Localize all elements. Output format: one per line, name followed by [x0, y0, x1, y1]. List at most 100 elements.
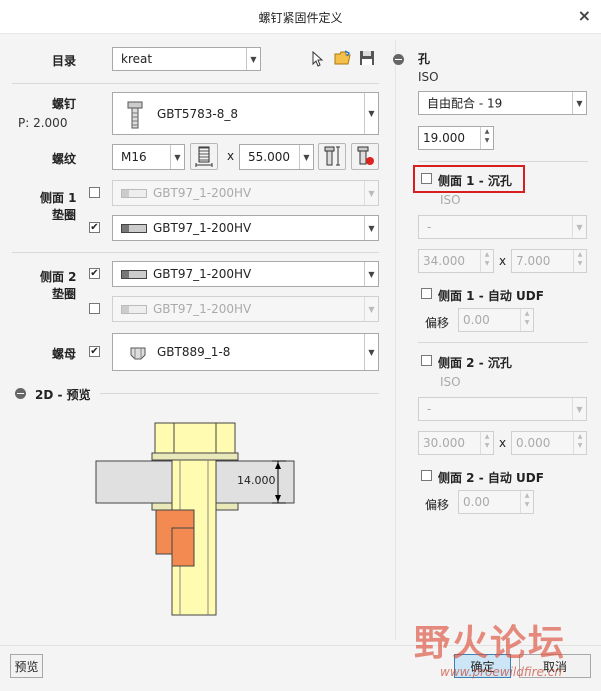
side2-type-dropdown[interactable]: - ▼ — [418, 397, 587, 421]
side2-washer-row1-value: GBT97_1-200HV — [153, 267, 252, 281]
washer-icon — [121, 224, 147, 233]
chevron-down-icon: ▼ — [364, 93, 378, 134]
nut-dropdown[interactable]: GBT889_1-8 ▼ — [112, 333, 379, 371]
side2-washer-label: 侧面 2 — [40, 270, 77, 284]
hole-diameter-spinner[interactable]: 19.000 ▲ ▼ — [418, 126, 494, 150]
spinner-arrows-icon[interactable]: ▲ ▼ — [573, 250, 586, 272]
watermark-url: www.proewildfire.cn — [440, 665, 562, 679]
screw-dropdown[interactable]: GBT5783-8_8 ▼ — [112, 92, 379, 135]
side1-washer-label: 侧面 1 — [40, 191, 77, 205]
chevron-down-icon: ▼ — [364, 297, 378, 321]
chevron-down-icon: ▼ — [246, 48, 260, 70]
side2-washer-row1-dropdown[interactable]: GBT97_1-200HV ▼ — [112, 261, 379, 287]
side2-washer-row1-checkbox[interactable]: ✔ — [89, 268, 100, 279]
thread-length-value: 55.000 — [248, 150, 290, 164]
thread-pitch-button[interactable] — [190, 143, 218, 170]
side1-washer-row1-dropdown[interactable]: GBT97_1-200HV ▼ — [112, 180, 379, 206]
chevron-down-icon: ▼ — [572, 216, 586, 238]
collapse-preview-icon[interactable] — [15, 388, 26, 399]
divider — [100, 393, 379, 394]
chevron-down-icon: ▼ — [299, 145, 313, 169]
hole-label: 孔 — [418, 52, 431, 66]
side1-washer-row1-checkbox[interactable] — [89, 187, 100, 198]
nut-value: GBT889_1-8 — [157, 345, 231, 359]
close-icon[interactable]: × — [578, 6, 591, 25]
spinner-arrows-icon[interactable]: ▲ ▼ — [480, 250, 493, 272]
side2-udf-checkbox[interactable] — [421, 470, 432, 481]
side1-depth-spinner[interactable]: 7.000 ▲ ▼ — [511, 249, 587, 273]
side2-offset-value: 0.00 — [463, 495, 490, 509]
nut-label: 螺母 — [52, 347, 77, 361]
chevron-down-icon: ▼ — [364, 334, 378, 370]
spinner-arrows-icon[interactable]: ▲ ▼ — [480, 432, 493, 454]
side2-washer-sublabel: 垫圈 — [52, 287, 77, 301]
side1-washer-row2-value: GBT97_1-200HV — [153, 221, 252, 235]
spinner-arrows-icon[interactable]: ▲ ▼ — [573, 432, 586, 454]
open-folder-icon[interactable] — [334, 50, 352, 66]
spinner-arrows-icon[interactable]: ▲ ▼ — [520, 491, 533, 513]
thread-size-dropdown[interactable]: M16 ▼ — [112, 144, 185, 170]
chevron-down-icon: ▼ — [364, 262, 378, 286]
save-icon[interactable] — [359, 50, 375, 66]
side1-counterbore-label[interactable]: 侧面 1 - 沉孔 — [438, 172, 512, 189]
side1-depth-value: 7.000 — [516, 254, 551, 268]
screw-value: GBT5783-8_8 — [157, 106, 238, 121]
divider — [418, 161, 588, 162]
spinner-arrows-icon[interactable]: ▲ ▼ — [520, 309, 533, 331]
chevron-down-icon: ▼ — [364, 216, 378, 240]
side2-washer-row2-dropdown[interactable]: GBT97_1-200HV ▼ — [112, 296, 379, 322]
preview-canvas: 14.000 — [90, 415, 300, 620]
side1-diameter-spinner[interactable]: 34.000 ▲ ▼ — [418, 249, 494, 273]
washer-icon — [121, 305, 147, 314]
side1-type-dropdown[interactable]: - ▼ — [418, 215, 587, 239]
hole-standard: ISO — [418, 70, 439, 84]
screw-icon — [127, 101, 143, 132]
side1-udf-checkbox[interactable] — [421, 288, 432, 299]
screw-red-dot-button[interactable] — [351, 143, 379, 170]
preview-button[interactable]: 预览 — [10, 654, 43, 678]
side2-diameter-spinner[interactable]: 30.000 ▲ ▼ — [418, 431, 494, 455]
side1-counterbore-checkbox[interactable] — [421, 173, 432, 184]
side2-type-value: - — [427, 402, 432, 416]
side1-offset-label: 偏移 — [425, 316, 450, 330]
preview-section-label: 2D - 预览 — [35, 388, 91, 402]
side2-offset-spinner[interactable]: 0.00 ▲ ▼ — [458, 490, 534, 514]
side1-washer-sublabel: 垫圈 — [52, 208, 77, 222]
side2-udf-label[interactable]: 侧面 2 - 自动 UDF — [438, 469, 544, 486]
side1-washer-row2-checkbox[interactable]: ✔ — [89, 222, 100, 233]
screw-length-button[interactable] — [318, 143, 346, 170]
side2-depth-spinner[interactable]: 0.000 ▲ ▼ — [511, 431, 587, 455]
hole-fit-dropdown[interactable]: 自由配合 - 19 ▼ — [418, 91, 587, 115]
divider — [12, 83, 379, 84]
divider — [418, 342, 588, 343]
catalog-dropdown[interactable]: kreat ▼ — [112, 47, 261, 71]
catalog-label: 目录 — [52, 54, 77, 68]
watermark-logo: 野火论坛 — [414, 623, 567, 664]
hole-diameter-value: 19.000 — [423, 131, 465, 145]
hole-fit-value: 自由配合 - 19 — [427, 96, 503, 111]
side1-offset-spinner[interactable]: 0.00 ▲ ▼ — [458, 308, 534, 332]
thread-size-value: M16 — [121, 150, 147, 164]
spinner-arrows-icon[interactable]: ▲ ▼ — [480, 127, 493, 149]
side2-offset-label: 偏移 — [425, 498, 450, 512]
side2-counterbore-checkbox[interactable] — [421, 355, 432, 366]
pitch-text: P: 2.000 — [18, 116, 68, 130]
side2-depth-value: 0.000 — [516, 436, 551, 450]
collapse-hole-icon[interactable] — [393, 54, 404, 65]
side1-udf-label[interactable]: 侧面 1 - 自动 UDF — [438, 287, 544, 304]
title-bar: 螺钉紧固件定义 × — [0, 0, 601, 34]
chevron-down-icon: ▼ — [364, 181, 378, 205]
nut-icon — [129, 345, 147, 364]
side2-washer-row2-checkbox[interactable] — [89, 303, 100, 314]
nut-checkbox[interactable]: ✔ — [89, 346, 100, 357]
select-pointer-icon[interactable] — [311, 50, 325, 67]
thread-label: 螺纹 — [52, 152, 77, 166]
side1-standard: ISO — [440, 193, 461, 207]
side1-offset-value: 0.00 — [463, 313, 490, 327]
side1-washer-row2-dropdown[interactable]: GBT97_1-200HV ▼ — [112, 215, 379, 241]
divider — [12, 252, 379, 253]
catalog-value: kreat — [121, 52, 153, 66]
side2-counterbore-label[interactable]: 侧面 2 - 沉孔 — [438, 354, 512, 371]
thread-length-dropdown[interactable]: 55.000 ▼ — [239, 144, 314, 170]
chevron-down-icon: ▼ — [170, 145, 184, 169]
